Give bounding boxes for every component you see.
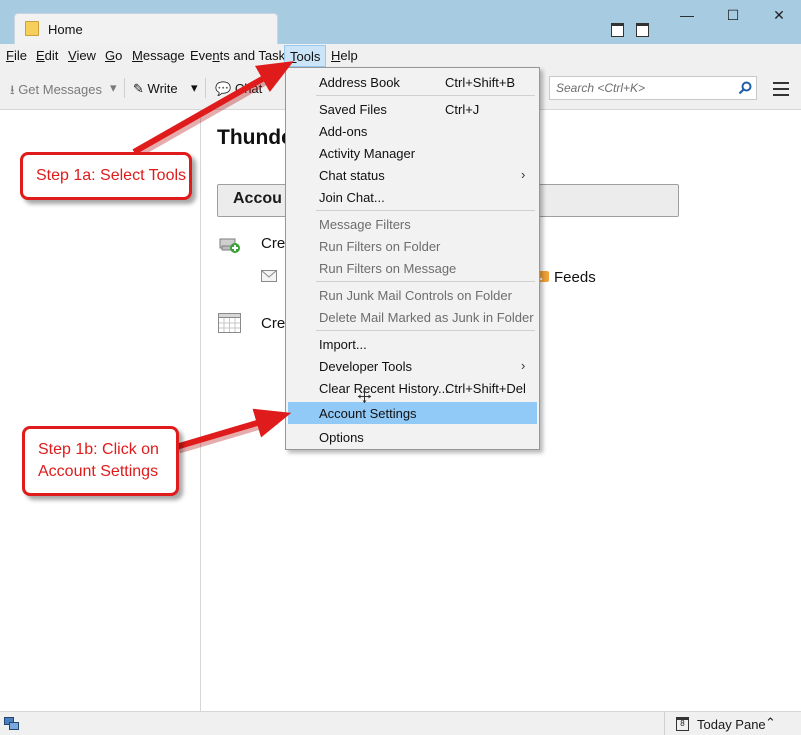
search-placeholder: Search <Ctrl+K> [556, 81, 646, 95]
menu-message-filters[interactable]: Message Filters [288, 213, 537, 235]
calendar-icon[interactable] [611, 23, 624, 37]
menu-separator [316, 210, 535, 211]
write-button[interactable]: ✎ Write [133, 81, 178, 97]
menu-clear-recent-history[interactable]: Clear Recent History... Ctrl+Shift+Del [288, 377, 537, 399]
today-pane-label: Today Pane [697, 717, 766, 732]
write-label: Write [147, 81, 178, 96]
chat-button[interactable]: 💬 Chat [215, 81, 262, 97]
submenu-arrow-icon: › [521, 358, 526, 373]
chat-label: Chat [234, 81, 263, 96]
menu-events-and-tasks[interactable]: Events and Tasks [190, 48, 292, 63]
get-messages-dropdown[interactable]: ▾ [110, 80, 117, 96]
search-input[interactable]: Search <Ctrl+K> [549, 76, 757, 100]
menu-message[interactable]: Message [132, 48, 185, 63]
menu-developer-tools[interactable]: Developer Tools › [288, 355, 537, 377]
get-messages-label: Get Messages [18, 82, 103, 97]
menu-import[interactable]: Import... [288, 333, 537, 355]
tab-home[interactable]: Home [14, 13, 278, 44]
menu-join-chat[interactable]: Join Chat... [288, 186, 537, 208]
maximize-button[interactable]: ☐ [710, 0, 756, 30]
submenu-arrow-icon: › [521, 167, 526, 182]
status-bar: 8 Today Pane ⌃ [0, 711, 801, 735]
menu-run-junk-mail-controls[interactable]: Run Junk Mail Controls on Folder [288, 284, 537, 306]
write-dropdown[interactable]: ▾ [191, 80, 198, 96]
get-messages-button[interactable]: ⭳ Get Messages [10, 81, 102, 103]
menu-options[interactable]: Options [288, 426, 537, 448]
minimize-button[interactable]: — [664, 0, 710, 30]
menu-separator [316, 281, 535, 282]
move-cursor-icon [358, 390, 371, 403]
menu-activity-manager[interactable]: Activity Manager [288, 142, 537, 164]
menu-add-ons[interactable]: Add-ons [288, 120, 537, 142]
menu-delete-junk-mail[interactable]: Delete Mail Marked as Junk in Folder [288, 306, 537, 328]
menu-run-filters-on-folder[interactable]: Run Filters on Folder [288, 235, 537, 257]
today-pane-toggle[interactable]: 8 Today Pane ⌃ [664, 712, 801, 735]
page-title: Thunde [217, 126, 293, 149]
create-account-link[interactable]: Cre [261, 235, 285, 252]
download-icon: ⭳ [10, 82, 15, 97]
tools-menu: Address Book Ctrl+Shift+B Saved Files Ct… [285, 67, 540, 450]
calendar-icon[interactable] [218, 313, 241, 333]
menu-edit[interactable]: Edit [36, 48, 58, 63]
toolbar-separator [205, 78, 206, 98]
menu-address-book[interactable]: Address Book Ctrl+Shift+B [288, 71, 537, 93]
toolbar-separator [124, 78, 125, 98]
menu-run-filters-on-message[interactable]: Run Filters on Message [288, 257, 537, 279]
network-status-icon[interactable] [4, 717, 19, 731]
callout-step-1a: Step 1a: Select Tools [20, 152, 192, 200]
search-icon[interactable] [738, 81, 752, 95]
tab-home-label: Home [48, 22, 83, 37]
folder-icon [25, 21, 39, 36]
app-menu-button[interactable] [773, 82, 789, 96]
menu-view[interactable]: View [68, 48, 96, 63]
chevron-up-icon: ⌃ [765, 715, 776, 730]
folder-pane[interactable] [0, 110, 201, 711]
menu-saved-files[interactable]: Saved Files Ctrl+J [288, 98, 537, 120]
callout-step-1b: Step 1b: Click on Account Settings [22, 426, 179, 496]
callout-step-1a-text: Step 1a: Select Tools [36, 167, 187, 184]
title-bar: Home — ☐ ✕ [0, 0, 801, 44]
menu-go[interactable]: Go [105, 48, 122, 63]
feeds-link[interactable]: Feeds [554, 269, 596, 286]
accounts-heading: Accou [233, 190, 282, 207]
email-icon[interactable] [261, 270, 277, 282]
menu-bar: File Edit View Go Message Events and Tas… [0, 44, 801, 68]
today-calendar-icon: 8 [676, 717, 689, 731]
menu-help[interactable]: Help [331, 48, 358, 63]
tasks-icon[interactable] [636, 23, 649, 37]
create-account-icon[interactable] [219, 235, 241, 255]
callout-step-1b-text: Step 1b: Click on Account Settings [38, 441, 159, 480]
chat-icon: 💬 [215, 81, 232, 96]
menu-file[interactable]: File [6, 48, 27, 63]
menu-tools[interactable]: Tools [284, 45, 327, 67]
menu-separator [316, 95, 535, 96]
pencil-icon: ✎ [133, 81, 144, 96]
menu-account-settings[interactable]: Account Settings [288, 402, 537, 424]
menu-chat-status[interactable]: Chat status › [288, 164, 537, 186]
close-button[interactable]: ✕ [756, 0, 801, 30]
create-calendar-link[interactable]: Cre [261, 315, 285, 332]
menu-separator [316, 330, 535, 331]
